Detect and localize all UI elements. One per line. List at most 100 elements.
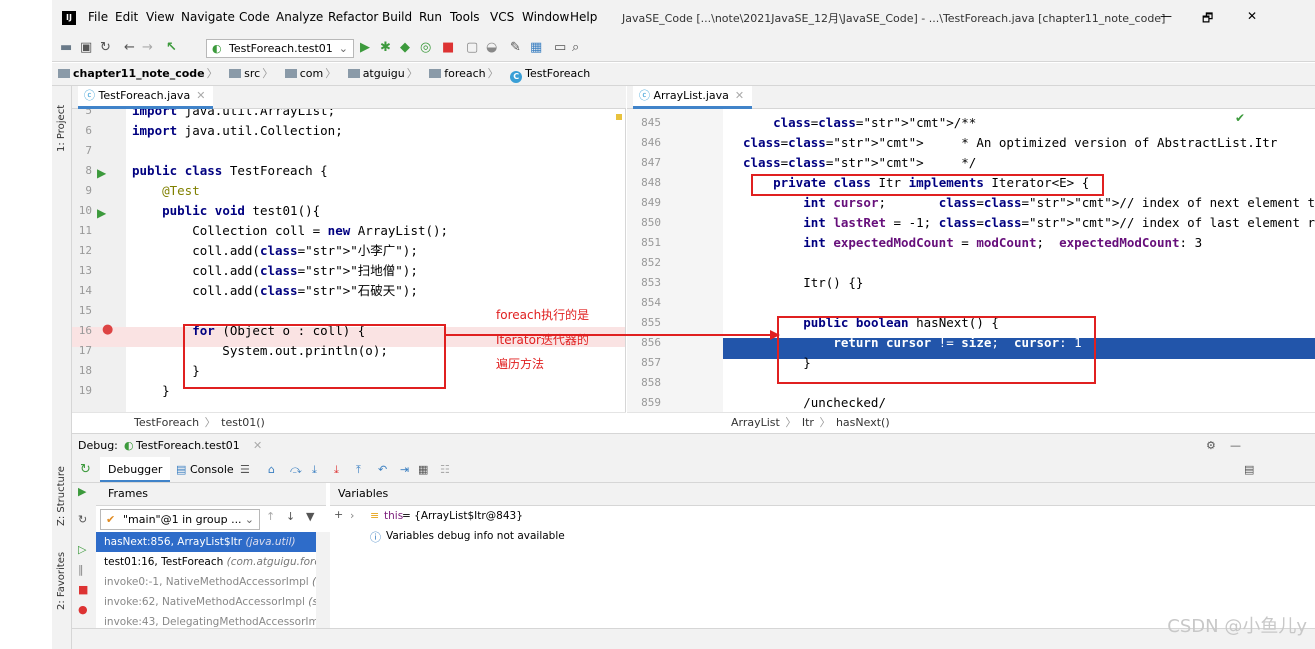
code-text[interactable]: class=class="str">"cmt">/** — [743, 113, 976, 133]
thread-select[interactable]: ✔ "main"@1 in group ... ⌄ — [100, 509, 260, 530]
code-text[interactable]: int lastRet = -1; class=class="str">"cmt… — [743, 213, 1315, 233]
code-text[interactable]: class=class="str">"cmt"> */ — [743, 153, 976, 173]
profile-icon[interactable]: ◎ — [420, 40, 431, 56]
menu-code[interactable]: Code — [239, 10, 270, 24]
run-class-gutter-icon[interactable]: ▶ — [97, 166, 106, 180]
menu-tools[interactable]: Tools — [450, 10, 480, 24]
line-number[interactable]: 5 — [72, 109, 92, 121]
line-number[interactable]: 859 — [627, 393, 661, 412]
line-number[interactable]: 858 — [627, 373, 661, 393]
trace-icon[interactable]: ☷ — [440, 457, 450, 482]
tab-console[interactable]: Console — [190, 457, 234, 482]
code-text[interactable]: import java.util.Collection; — [132, 121, 343, 141]
warning-marker[interactable] — [616, 114, 622, 120]
code-text[interactable]: /unchecked/ — [743, 393, 886, 412]
breadcrumb-class[interactable]: TestForeach — [525, 67, 590, 80]
drop-frame-icon[interactable]: ↶ — [378, 457, 387, 482]
stop-icon[interactable]: ■ — [78, 583, 88, 596]
line-number[interactable]: 857 — [627, 353, 661, 373]
menu-build[interactable]: Build — [382, 10, 412, 24]
expand-arrow-icon[interactable]: › — [350, 509, 354, 522]
line-number[interactable]: 852 — [627, 253, 661, 273]
line-number[interactable]: 850 — [627, 213, 661, 233]
code-text[interactable]: coll.add(class="str">"扫地僧"); — [132, 261, 418, 281]
search-icon[interactable]: ⌕ — [572, 40, 579, 56]
breadcrumb-com[interactable]: com — [300, 67, 324, 80]
line-number[interactable]: 848 — [627, 173, 661, 193]
close-button[interactable]: ✕ — [1247, 9, 1257, 23]
refresh-icon[interactable]: ↻ — [78, 513, 87, 526]
project-tool-tab[interactable]: 1: Project — [56, 105, 67, 152]
line-number[interactable]: 14 — [72, 281, 92, 301]
evaluate-icon[interactable]: ▦ — [418, 457, 428, 482]
breakpoint-icon[interactable]: ● — [102, 322, 113, 337]
pause-icon[interactable]: ‖ — [78, 563, 84, 576]
layout-icon[interactable]: ▤ — [1244, 457, 1254, 482]
menu-window[interactable]: Window — [522, 10, 569, 24]
save-icon[interactable]: ▣ — [80, 40, 92, 56]
line-number[interactable]: 7 — [72, 141, 92, 161]
line-number[interactable]: 17 — [72, 341, 92, 361]
tab-testforeach-java[interactable]: ⓒ TestForeach.java ✕ — [78, 86, 214, 109]
coverage-icon[interactable]: ◆ — [400, 40, 410, 56]
attach-icon[interactable]: ▢ — [466, 40, 478, 56]
line-number[interactable]: 846 — [627, 133, 661, 153]
menu-refactor[interactable]: Refactor — [328, 10, 378, 24]
menu-navigate[interactable]: Navigate — [181, 10, 235, 24]
code-text[interactable]: public class TestForeach { — [132, 161, 328, 181]
line-number[interactable]: 854 — [627, 293, 661, 313]
menu-vcs[interactable]: VCS — [490, 10, 514, 24]
breadcrumb-atguigu[interactable]: atguigu — [363, 67, 405, 80]
breadcrumb-foreach[interactable]: foreach — [444, 67, 485, 80]
stack-frame[interactable]: invoke0:-1, NativeMethodAccessorImpl (su — [96, 572, 326, 592]
menu-edit[interactable]: Edit — [115, 10, 138, 24]
code-text[interactable]: int expectedModCount = modCount; expecte… — [743, 233, 1202, 253]
stack-frame[interactable]: invoke:62, NativeMethodAccessorImpl (sun — [96, 592, 326, 612]
code-text[interactable]: import java.util.ArrayList; — [132, 109, 335, 121]
line-number[interactable]: 8 — [72, 161, 92, 181]
menu-analyze[interactable]: Analyze — [276, 10, 323, 24]
debug-icon[interactable]: ✱ — [380, 40, 391, 56]
line-number[interactable]: 18 — [72, 361, 92, 381]
tab-debugger[interactable]: Debugger — [100, 457, 171, 482]
crumb-class[interactable]: ArrayList — [731, 416, 780, 429]
code-text[interactable]: Itr() {} — [743, 273, 863, 293]
run-test-gutter-icon[interactable]: ▶ — [97, 206, 106, 220]
add-watch-icon[interactable]: + — [334, 508, 343, 521]
filter-icon[interactable]: ▼ — [306, 510, 314, 523]
frames-scrollbar[interactable] — [316, 532, 330, 628]
crumb-method[interactable]: test01() — [221, 416, 265, 429]
close-tab-icon[interactable]: ✕ — [196, 89, 205, 102]
back-icon[interactable]: ← — [124, 40, 135, 56]
breadcrumb-src[interactable]: src — [244, 67, 260, 80]
close-tab-icon[interactable]: ✕ — [735, 89, 744, 102]
step-over-icon[interactable]: ⤼ — [290, 457, 302, 482]
line-number[interactable]: 851 — [627, 233, 661, 253]
stop-icon[interactable]: ■ — [442, 40, 454, 56]
structure-tool-tab[interactable]: Z: Structure — [56, 466, 67, 526]
code-text[interactable]: public void test01(){ — [132, 201, 320, 221]
line-number[interactable]: 13 — [72, 261, 92, 281]
line-number[interactable]: 847 — [627, 153, 661, 173]
run-configuration-select[interactable]: ◐ TestForeach.test01 ⌄ — [206, 39, 354, 58]
menu-file[interactable]: File — [88, 10, 108, 24]
tab-arraylist-java[interactable]: ⓒ ArrayList.java ✕ — [633, 86, 753, 109]
arrow-up-icon[interactable]: ↑ — [266, 510, 275, 523]
show-execution-point-icon[interactable]: ⌂ — [268, 457, 275, 482]
forward-icon[interactable]: → — [142, 40, 153, 56]
resume-icon[interactable]: ▶ — [78, 485, 86, 498]
restore-button[interactable]: 🗗 — [1202, 9, 1213, 30]
gear-icon[interactable]: ⚙ — [1206, 434, 1216, 457]
line-number[interactable]: 9 — [72, 181, 92, 201]
close-tab-icon[interactable]: ✕ — [253, 434, 262, 457]
force-step-into-icon[interactable]: ⤓ — [334, 457, 339, 482]
code-text[interactable]: Collection coll = new ArrayList(); — [132, 221, 448, 241]
arrow-down-icon[interactable]: ↓ — [286, 510, 295, 523]
menu-help[interactable]: Help — [570, 10, 597, 24]
resume-program-icon[interactable]: ▷ — [78, 543, 86, 556]
step-into-icon[interactable]: ⤓ — [312, 457, 317, 482]
menu-icon[interactable]: ☰ — [240, 457, 250, 482]
line-number[interactable]: 19 — [72, 381, 92, 401]
code-text[interactable]: coll.add(class="str">"石破天"); — [132, 281, 418, 301]
sync-icon[interactable]: ↻ — [100, 40, 111, 56]
